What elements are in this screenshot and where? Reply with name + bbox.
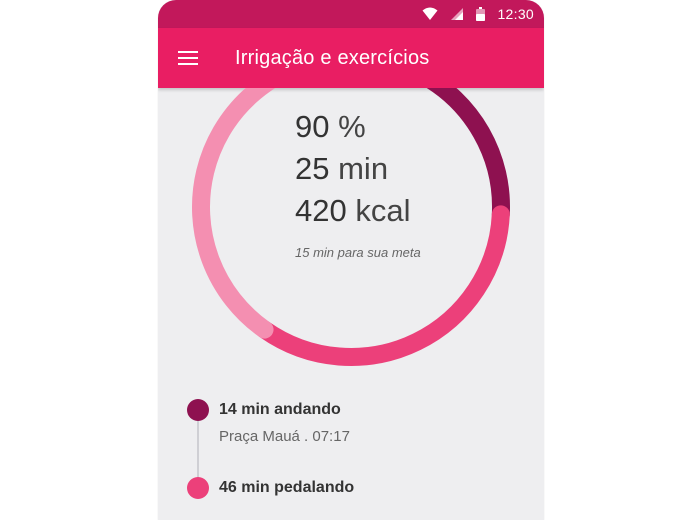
- goal-note: 15 min para sua meta: [295, 245, 421, 260]
- calories-value: 420: [295, 193, 347, 228]
- phone-frame: 12:30 Irrigação e exercícios 90 % 25 min…: [158, 0, 544, 520]
- status-bar: 12:30: [158, 0, 544, 28]
- activity-subtitle-walking: Praça Mauá . 07:17: [219, 428, 350, 445]
- progress-ring-segment-2: [255, 205, 510, 366]
- percent-unit: %: [338, 109, 366, 144]
- status-time: 12:30: [497, 6, 534, 22]
- minutes-value: 25: [295, 151, 330, 186]
- battery-icon: [476, 7, 486, 21]
- summary-stats: 90 % 25 min 420 kcal: [295, 106, 411, 232]
- page-title: Irrigação e exercícios: [235, 46, 430, 69]
- percent-stat: 90 %: [295, 106, 411, 148]
- percent-value: 90: [295, 109, 330, 144]
- minutes-stat: 25 min: [295, 148, 411, 190]
- signal-icon: [450, 7, 464, 21]
- activity-dot-walking: [187, 399, 209, 421]
- hamburger-menu-icon[interactable]: [158, 28, 218, 88]
- activity-title-walking[interactable]: 14 min andando: [219, 401, 341, 419]
- app-bar: Irrigação e exercícios: [158, 28, 544, 88]
- progress-ring-segment-1: [426, 88, 510, 224]
- calories-unit: kcal: [355, 193, 411, 228]
- wifi-icon: [422, 7, 438, 21]
- minutes-unit: min: [338, 151, 389, 186]
- calories-stat: 420 kcal: [295, 190, 411, 232]
- main-content: 90 % 25 min 420 kcal 15 min para sua met…: [158, 88, 544, 520]
- activity-title-cycling[interactable]: 46 min pedalando: [219, 479, 354, 497]
- activity-dot-cycling: [187, 477, 209, 499]
